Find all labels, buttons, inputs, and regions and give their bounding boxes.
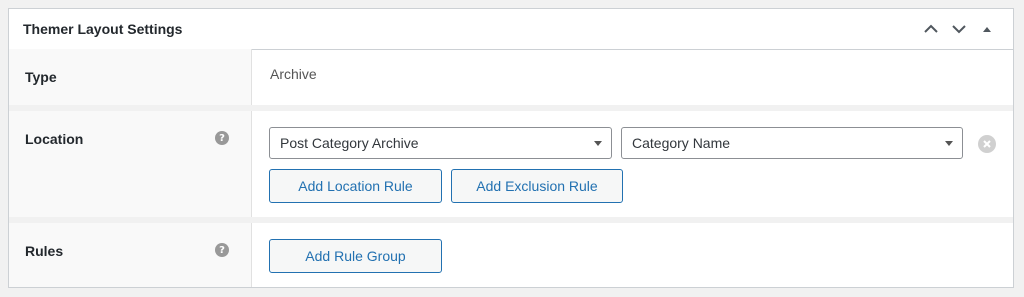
- location-object-value: Category Name: [632, 135, 731, 151]
- toggle-panel-button[interactable]: [973, 15, 1001, 43]
- type-value: Archive: [270, 66, 317, 82]
- rules-field-cell: Add Rule Group: [252, 223, 1013, 287]
- themer-layout-settings-metabox: Themer Layout Settings Type Archive Loca…: [8, 8, 1014, 288]
- move-up-button[interactable]: [917, 15, 945, 43]
- chevron-down-icon: [594, 141, 602, 146]
- location-object-select[interactable]: Category Name: [621, 127, 963, 159]
- type-label: Type: [25, 69, 57, 85]
- help-icon[interactable]: ?: [215, 131, 229, 145]
- chevron-down-icon: [952, 25, 966, 34]
- chevron-down-icon: [945, 141, 953, 146]
- metabox-title: Themer Layout Settings: [23, 21, 183, 37]
- help-icon[interactable]: ?: [215, 243, 229, 257]
- move-down-button[interactable]: [945, 15, 973, 43]
- location-label: Location: [25, 131, 84, 147]
- metabox-controls: [917, 9, 1001, 49]
- type-field-cell: Archive: [252, 49, 1013, 105]
- add-rule-group-button[interactable]: Add Rule Group: [269, 239, 442, 273]
- location-label-cell: Location ?: [9, 111, 252, 217]
- location-row: Location ? Post Category Archive Categor…: [9, 111, 1013, 217]
- chevron-up-icon: [924, 24, 938, 33]
- add-location-rule-button[interactable]: Add Location Rule: [269, 169, 442, 203]
- rules-row: Rules ? Add Rule Group: [9, 223, 1013, 287]
- close-icon: [983, 140, 991, 148]
- location-field-cell: Post Category Archive Category Name Add …: [252, 111, 1013, 217]
- location-type-value: Post Category Archive: [280, 135, 419, 151]
- rules-label: Rules: [25, 243, 64, 259]
- type-row: Type Archive: [9, 49, 1013, 105]
- metabox-header: Themer Layout Settings: [9, 9, 1013, 50]
- add-exclusion-rule-button[interactable]: Add Exclusion Rule: [451, 169, 623, 203]
- triangle-up-icon: [983, 27, 991, 32]
- remove-rule-icon[interactable]: [978, 135, 996, 153]
- rules-label-cell: Rules ?: [9, 223, 252, 287]
- type-label-cell: Type: [9, 49, 252, 105]
- location-type-select[interactable]: Post Category Archive: [269, 127, 612, 159]
